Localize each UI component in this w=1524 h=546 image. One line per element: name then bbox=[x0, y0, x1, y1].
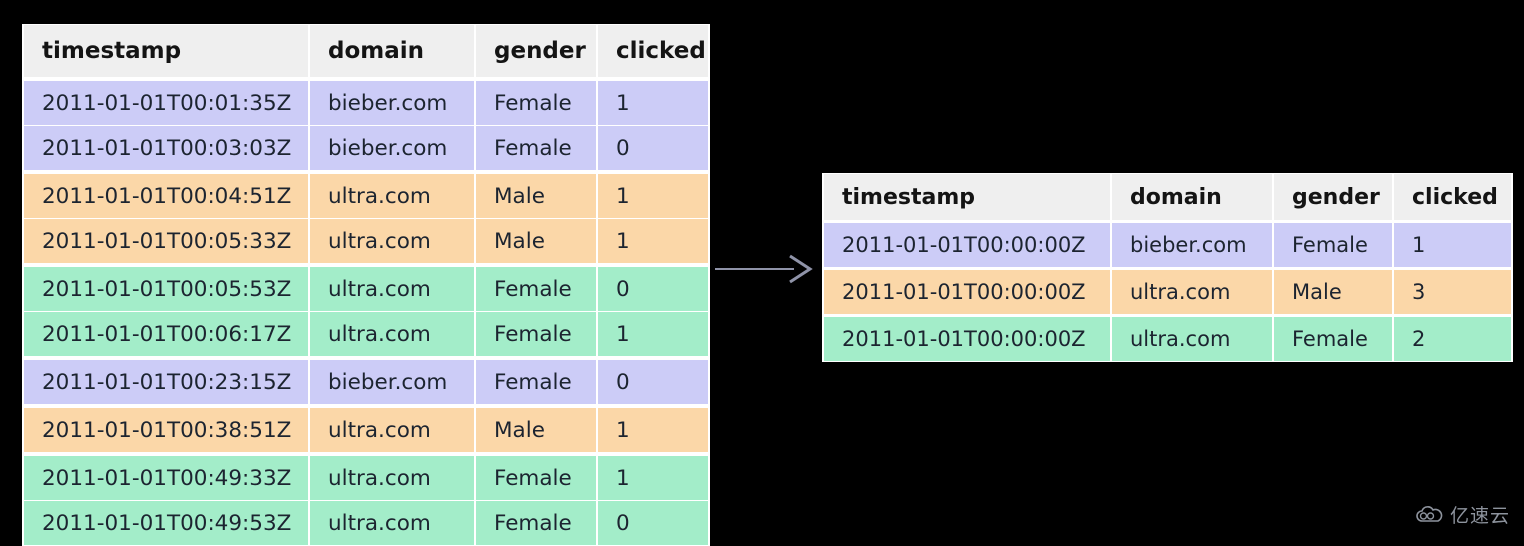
input-col-domain: domain bbox=[310, 25, 474, 77]
input-clicked-cell: 1 bbox=[598, 405, 708, 452]
input-gender-cell: Male bbox=[476, 219, 596, 263]
output-gender-cell: Female bbox=[1274, 221, 1392, 267]
output-col-domain: domain bbox=[1112, 174, 1272, 220]
input-clicked-cell: 0 bbox=[598, 126, 708, 170]
input-gender-cell: Male bbox=[476, 171, 596, 218]
input-timestamp-cell: 2011-01-01T00:05:33Z bbox=[24, 219, 308, 263]
input-domain-cell: bieber.com bbox=[310, 357, 474, 404]
table-row: 2011-01-01T00:04:51Z ultra.com Male 1 bbox=[24, 171, 708, 218]
output-timestamp-cell: 2011-01-01T00:00:00Z bbox=[824, 221, 1110, 267]
input-data-table: timestamp domain gender clicked 2011-01-… bbox=[22, 24, 710, 546]
output-gender-cell: Female bbox=[1274, 315, 1392, 361]
output-data-table: timestamp domain gender clicked 2011-01-… bbox=[822, 173, 1513, 362]
output-clicked-cell: 2 bbox=[1394, 315, 1511, 361]
table-row: 2011-01-01T00:05:33Z ultra.com Male 1 bbox=[24, 219, 708, 263]
arrow-right-icon bbox=[715, 254, 813, 284]
input-domain-cell: ultra.com bbox=[310, 264, 474, 311]
input-gender-cell: Female bbox=[476, 453, 596, 500]
input-gender-cell: Female bbox=[476, 312, 596, 356]
input-gender-cell: Male bbox=[476, 405, 596, 452]
table-row: 2011-01-01T00:05:53Z ultra.com Female 0 bbox=[24, 264, 708, 311]
output-table-header: timestamp domain gender clicked bbox=[824, 174, 1511, 220]
output-domain-cell: ultra.com bbox=[1112, 315, 1272, 361]
input-gender-cell: Female bbox=[476, 501, 596, 545]
table-row: 2011-01-01T00:03:03Z bieber.com Female 0 bbox=[24, 126, 708, 170]
input-domain-cell: ultra.com bbox=[310, 312, 474, 356]
input-timestamp-cell: 2011-01-01T00:23:15Z bbox=[24, 357, 308, 404]
output-table-body: 2011-01-01T00:00:00Z bieber.com Female 1 201… bbox=[824, 221, 1511, 361]
input-timestamp-cell: 2011-01-01T00:05:53Z bbox=[24, 264, 308, 311]
input-col-timestamp: timestamp bbox=[24, 25, 308, 77]
input-clicked-cell: 1 bbox=[598, 453, 708, 500]
input-col-clicked: clicked bbox=[598, 25, 708, 77]
output-clicked-cell: 3 bbox=[1394, 268, 1511, 314]
input-clicked-cell: 0 bbox=[598, 501, 708, 545]
table-row: 2011-01-01T00:06:17Z ultra.com Female 1 bbox=[24, 312, 708, 356]
input-clicked-cell: 1 bbox=[598, 78, 708, 125]
input-timestamp-cell: 2011-01-01T00:49:33Z bbox=[24, 453, 308, 500]
cloud-icon bbox=[1416, 505, 1443, 522]
input-table-body: 2011-01-01T00:01:35Z bieber.com Female 1 201… bbox=[24, 78, 708, 545]
table-row: 2011-01-01T00:00:00Z bieber.com Female 1 bbox=[824, 221, 1511, 267]
output-timestamp-cell: 2011-01-01T00:00:00Z bbox=[824, 268, 1110, 314]
input-timestamp-cell: 2011-01-01T00:04:51Z bbox=[24, 171, 308, 218]
input-clicked-cell: 1 bbox=[598, 219, 708, 263]
input-gender-cell: Female bbox=[476, 357, 596, 404]
output-col-gender: gender bbox=[1274, 174, 1392, 220]
input-clicked-cell: 1 bbox=[598, 171, 708, 218]
input-timestamp-cell: 2011-01-01T00:38:51Z bbox=[24, 405, 308, 452]
input-clicked-cell: 0 bbox=[598, 264, 708, 311]
input-timestamp-cell: 2011-01-01T00:49:53Z bbox=[24, 501, 308, 545]
input-domain-cell: ultra.com bbox=[310, 219, 474, 263]
output-clicked-cell: 1 bbox=[1394, 221, 1511, 267]
input-clicked-cell: 0 bbox=[598, 357, 708, 404]
table-row: 2011-01-01T00:00:00Z ultra.com Male 3 bbox=[824, 268, 1511, 314]
table-row: 2011-01-01T00:49:33Z ultra.com Female 1 bbox=[24, 453, 708, 500]
input-col-gender: gender bbox=[476, 25, 596, 77]
table-row: 2011-01-01T00:38:51Z ultra.com Male 1 bbox=[24, 405, 708, 452]
output-domain-cell: bieber.com bbox=[1112, 221, 1272, 267]
input-domain-cell: ultra.com bbox=[310, 405, 474, 452]
watermark-text: 亿速云 bbox=[1449, 505, 1510, 527]
input-table-header: timestamp domain gender clicked bbox=[24, 25, 708, 77]
output-col-timestamp: timestamp bbox=[824, 174, 1110, 220]
input-gender-cell: Female bbox=[476, 264, 596, 311]
table-row: 2011-01-01T00:01:35Z bieber.com Female 1 bbox=[24, 78, 708, 125]
input-domain-cell: bieber.com bbox=[310, 126, 474, 170]
input-gender-cell: Female bbox=[476, 78, 596, 125]
input-domain-cell: bieber.com bbox=[310, 78, 474, 125]
output-gender-cell: Male bbox=[1274, 268, 1392, 314]
input-timestamp-cell: 2011-01-01T00:03:03Z bbox=[24, 126, 308, 170]
input-timestamp-cell: 2011-01-01T00:06:17Z bbox=[24, 312, 308, 356]
input-clicked-cell: 1 bbox=[598, 312, 708, 356]
table-row: 2011-01-01T00:23:15Z bieber.com Female 0 bbox=[24, 357, 708, 404]
output-timestamp-cell: 2011-01-01T00:00:00Z bbox=[824, 315, 1110, 361]
input-domain-cell: ultra.com bbox=[310, 501, 474, 545]
watermark: 亿速云 bbox=[1414, 501, 1510, 528]
input-domain-cell: ultra.com bbox=[310, 171, 474, 218]
table-row: 2011-01-01T00:49:53Z ultra.com Female 0 bbox=[24, 501, 708, 545]
input-header-row: timestamp domain gender clicked bbox=[24, 25, 708, 77]
diagram-canvas: timestamp domain gender clicked 2011-01-… bbox=[0, 0, 1524, 546]
input-domain-cell: ultra.com bbox=[310, 453, 474, 500]
table-row: 2011-01-01T00:00:00Z ultra.com Female 2 bbox=[824, 315, 1511, 361]
input-gender-cell: Female bbox=[476, 126, 596, 170]
output-domain-cell: ultra.com bbox=[1112, 268, 1272, 314]
output-col-clicked: clicked bbox=[1394, 174, 1511, 220]
input-timestamp-cell: 2011-01-01T00:01:35Z bbox=[24, 78, 308, 125]
output-header-row: timestamp domain gender clicked bbox=[824, 174, 1511, 220]
